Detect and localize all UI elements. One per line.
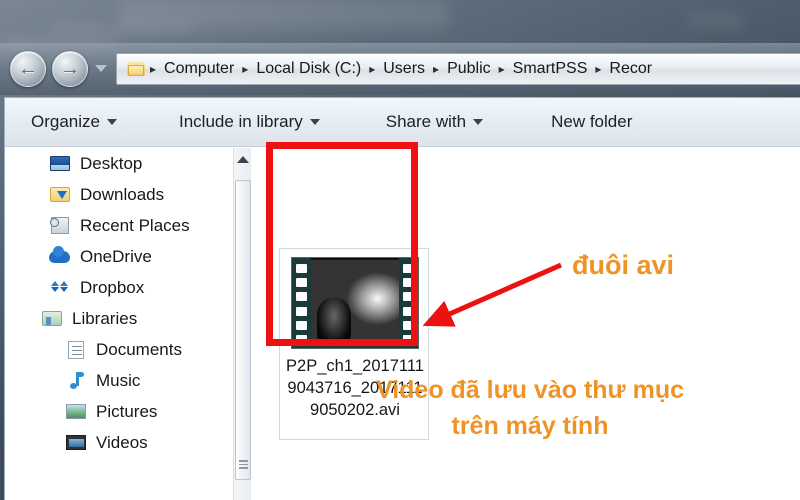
sidebar-item-pictures[interactable]: Pictures: [5, 396, 233, 427]
sidebar-item-label: Desktop: [80, 153, 143, 173]
film-strip-left: [292, 258, 311, 348]
recent-places-icon: [49, 216, 71, 236]
breadcrumb-separator-icon[interactable]: ▸: [241, 62, 249, 76]
downloads-folder-icon: [49, 185, 71, 205]
breadcrumb-item-public[interactable]: Public: [440, 58, 498, 80]
navigation-pane: Desktop Downloads Recent Places OneDrive Dro…: [5, 148, 233, 500]
breadcrumb-separator-icon[interactable]: ▸: [498, 62, 506, 76]
desktop-icon: [49, 154, 71, 174]
breadcrumb-separator-icon[interactable]: ▸: [594, 62, 602, 76]
sidebar-item-label: Recent Places: [80, 215, 190, 235]
documents-icon: [65, 340, 87, 360]
file-list-pane: P2P_ch1_20171119043716_20171119050202.av…: [252, 148, 800, 500]
scroll-up-arrow-icon[interactable]: [237, 156, 249, 163]
toolbar-button-new-folder[interactable]: New folder: [541, 108, 642, 136]
address-bar[interactable]: ▸ Computer ▸ Local Disk (C:) ▸ Users ▸ Public ▸ S…: [116, 53, 800, 85]
chevron-down-icon[interactable]: [473, 119, 484, 125]
thumbnail-preview-image: [311, 260, 401, 348]
breadcrumb-item-recor[interactable]: Recor: [602, 58, 659, 80]
sidebar-item-desktop[interactable]: Desktop: [5, 148, 233, 179]
sidebar-item-music[interactable]: Music: [5, 365, 233, 396]
breadcrumb: ▸ Computer ▸ Local Disk (C:) ▸ Users ▸ Public ▸ S…: [149, 58, 659, 80]
sidebar-item-label: Music: [96, 370, 141, 390]
breadcrumb-item-users[interactable]: Users: [376, 58, 432, 80]
chevron-down-icon[interactable]: [106, 119, 117, 125]
pictures-icon: [65, 402, 87, 422]
breadcrumb-separator-icon[interactable]: ▸: [149, 62, 157, 76]
command-toolbar: Organize Include in library Share with New …: [5, 98, 800, 147]
sidebar-item-dropbox[interactable]: Dropbox: [5, 272, 233, 303]
sidebar-item-label: Documents: [96, 339, 182, 359]
back-arrow-icon: ←: [18, 58, 38, 80]
music-note-icon: [65, 371, 87, 391]
scrollbar-grip-icon: [239, 460, 248, 469]
sidebar-item-label: Dropbox: [80, 277, 145, 297]
dropbox-icon: [49, 278, 71, 298]
breadcrumb-separator-icon[interactable]: ▸: [432, 62, 440, 76]
libraries-folder-icon: [41, 309, 63, 329]
chevron-down-icon[interactable]: [309, 119, 320, 125]
breadcrumb-item-local-disk-c[interactable]: Local Disk (C:): [249, 58, 368, 80]
sidebar-item-label: OneDrive: [80, 246, 152, 266]
toolbar-button-label: Include in library: [178, 112, 303, 131]
sidebar-item-label: Videos: [96, 432, 148, 452]
annotation-avi-label: đuôi avi: [572, 250, 675, 280]
sidebar-item-label: Downloads: [80, 184, 165, 204]
vertical-scrollbar[interactable]: [233, 148, 251, 500]
backdrop-ghost-text-left: Window title bar text: [55, 20, 194, 35]
backdrop-ghost-text-right: desktop: [690, 12, 743, 27]
onedrive-cloud-icon: [49, 245, 71, 267]
toolbar-button-label: Organize: [31, 112, 100, 131]
sidebar-item-label: Libraries: [72, 308, 138, 328]
sidebar-item-onedrive[interactable]: OneDrive: [5, 241, 233, 272]
annotation-caption-line-1: Video đã lưu vào thư mục: [375, 376, 685, 404]
toolbar-button-label: New folder: [551, 112, 633, 131]
toolbar-button-share-with[interactable]: Share with: [376, 108, 493, 136]
back-button[interactable]: ←: [10, 51, 46, 87]
annotation-caption-line-2: trên máy tính: [451, 412, 609, 440]
breadcrumb-separator-icon[interactable]: ▸: [368, 62, 376, 76]
folder-icon: [127, 61, 147, 77]
toolbar-button-include-in-library[interactable]: Include in library: [169, 108, 330, 136]
scrollbar-thumb[interactable]: [235, 180, 251, 480]
chevron-down-icon[interactable]: [95, 65, 107, 72]
film-strip-right: [399, 258, 418, 348]
sidebar-item-recent-places[interactable]: Recent Places: [5, 210, 233, 241]
annotation-caption: Video đã lưu vào thư mục trên máy tính: [290, 372, 770, 444]
toolbar-button-organize[interactable]: Organize: [21, 108, 127, 136]
breadcrumb-item-smartpss[interactable]: SmartPSS: [506, 58, 595, 80]
sidebar-item-label: Pictures: [96, 401, 158, 421]
forward-arrow-icon: →: [60, 58, 80, 80]
sidebar-item-videos[interactable]: Videos: [5, 427, 233, 458]
forward-button[interactable]: →: [52, 51, 88, 87]
breadcrumb-item-computer[interactable]: Computer: [157, 58, 241, 80]
sidebar-item-downloads[interactable]: Downloads: [5, 179, 233, 210]
toolbar-button-label: Share with: [385, 112, 467, 131]
sidebar-item-libraries[interactable]: Libraries: [5, 303, 233, 334]
videos-icon: [65, 433, 87, 453]
sidebar-item-documents[interactable]: Documents: [5, 334, 233, 365]
video-thumbnail-icon: [291, 257, 419, 349]
navigation-bar: ← → ▸ Computer ▸ Local Disk (C:) ▸ Users ▸ Publ…: [0, 43, 800, 95]
